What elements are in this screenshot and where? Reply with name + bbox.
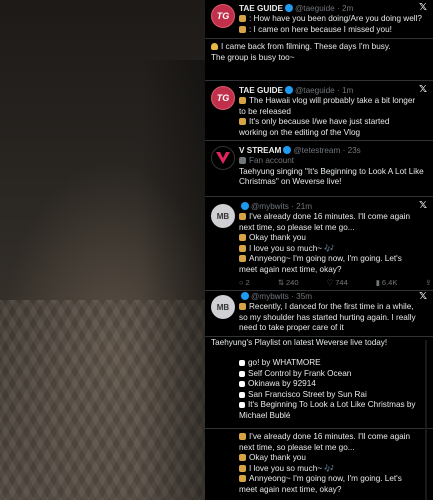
- divider: [205, 140, 433, 141]
- avatar[interactable]: TG: [211, 86, 235, 110]
- retweet-icon: ⇅: [277, 278, 284, 287]
- tweet-actions: ○ 2 ⇅ 240 ♡ 744 ▮ 6.4K ⇪: [239, 278, 432, 290]
- cross-icon: [239, 381, 245, 387]
- tiger-emoji-icon: [239, 475, 246, 482]
- tiger-emoji-icon: [239, 15, 246, 22]
- account-label-icon: [239, 157, 246, 164]
- tweet-text: I came back from filming. These days I'm…: [211, 42, 391, 62]
- playlist-title: Taehyung's Playlist on latest Weverse li…: [211, 338, 388, 347]
- divider: [205, 336, 433, 337]
- avatar[interactable]: TG: [211, 4, 235, 28]
- share-button[interactable]: ⇪: [425, 278, 433, 290]
- divider: [205, 38, 433, 39]
- avatar[interactable]: MB: [211, 295, 235, 319]
- cross-icon: [239, 360, 245, 366]
- author-handle: @taeguide · 2m: [294, 4, 354, 13]
- tweet-header: @mybwits · 35m: [239, 291, 312, 302]
- tiger-emoji-icon: [239, 464, 246, 472]
- cross-icon: [239, 402, 245, 408]
- verified-badge-icon: [241, 292, 249, 300]
- reply-button[interactable]: ○ 2: [239, 278, 264, 290]
- tiger-emoji-icon: [239, 454, 246, 461]
- avatar[interactable]: [211, 146, 235, 170]
- tiger-emoji-icon: [239, 213, 246, 220]
- tiger-emoji-icon: [239, 303, 246, 310]
- tweet-text: The Hawaii vlog will probably take a bit…: [239, 96, 416, 137]
- tweet-feed[interactable]: TG TAE GUIDE @taeguide · 2m 𝕏 : How have …: [205, 0, 433, 500]
- heart-icon: ♡: [326, 278, 334, 287]
- scrollbar[interactable]: [425, 340, 427, 500]
- avatar[interactable]: MB: [211, 204, 235, 228]
- tweet-header: @mybwits · 21m: [239, 201, 312, 212]
- x-logo-icon: 𝕏: [418, 2, 427, 13]
- portrait-photo: [0, 0, 205, 500]
- verified-badge-icon: [241, 202, 249, 210]
- verified-badge-icon: [284, 86, 293, 94]
- tweet-text: I've already done 16 minutes. I'll come …: [239, 432, 411, 494]
- author-handle: @mybwits · 35m: [251, 292, 313, 301]
- author-handle: @mybwits · 21m: [251, 202, 313, 211]
- tweet-text: I've already done 16 minutes. I'll come …: [239, 212, 411, 274]
- photo-shadow: [140, 60, 205, 500]
- divider: [205, 80, 433, 81]
- tweet-header: V STREAM @tetestream · 23s: [239, 145, 361, 156]
- views-icon: ▮: [375, 278, 380, 287]
- divider: [205, 196, 433, 197]
- cross-icon: [239, 391, 245, 398]
- retweet-button[interactable]: ⇅ 240: [278, 278, 313, 290]
- tiger-emoji-icon: [239, 433, 246, 440]
- tweet-header: TAE GUIDE @taeguide · 1m: [239, 85, 353, 96]
- tweet-text: : How have you been doing/Are you doing …: [239, 14, 427, 35]
- author-name[interactable]: TAE GUIDE: [239, 4, 283, 13]
- author-handle: @tetestream · 23s: [293, 146, 361, 155]
- x-logo-icon: 𝕏: [418, 84, 427, 95]
- author-name[interactable]: TAE GUIDE: [239, 86, 283, 95]
- tiger-emoji-icon: [239, 255, 246, 262]
- cross-icon: [239, 370, 245, 377]
- tiger-emoji-icon: [239, 25, 246, 33]
- cat-emoji-icon: [211, 43, 218, 50]
- tweet-text: Recently, I danced for the first time in…: [239, 302, 416, 332]
- tiger-emoji-icon: [239, 244, 246, 252]
- reply-icon: ○: [239, 278, 244, 287]
- x-logo-icon: 𝕏: [418, 291, 427, 302]
- verified-badge-icon: [283, 146, 292, 154]
- playlist-list: go! by WHATMORE Self Control by Frank Oc…: [239, 358, 416, 420]
- tiger-emoji-icon: [239, 118, 246, 125]
- verified-badge-icon: [284, 4, 293, 12]
- share-icon: ⇪: [425, 278, 432, 287]
- author-name[interactable]: V STREAM: [239, 146, 281, 155]
- like-button[interactable]: ♡ 744: [327, 278, 362, 290]
- tiger-emoji-icon: [239, 97, 246, 104]
- author-handle: @taeguide · 1m: [294, 86, 354, 95]
- tweet-header: TAE GUIDE @taeguide · 2m: [239, 3, 353, 14]
- divider: [205, 428, 433, 429]
- tweet-text: Fan account Taehyung singing "It's Begin…: [239, 156, 424, 186]
- x-logo-icon: 𝕏: [418, 200, 427, 211]
- v-logo-icon: [216, 152, 230, 164]
- views-button[interactable]: ▮ 6.4K: [376, 278, 412, 290]
- tiger-emoji-icon: [239, 234, 246, 241]
